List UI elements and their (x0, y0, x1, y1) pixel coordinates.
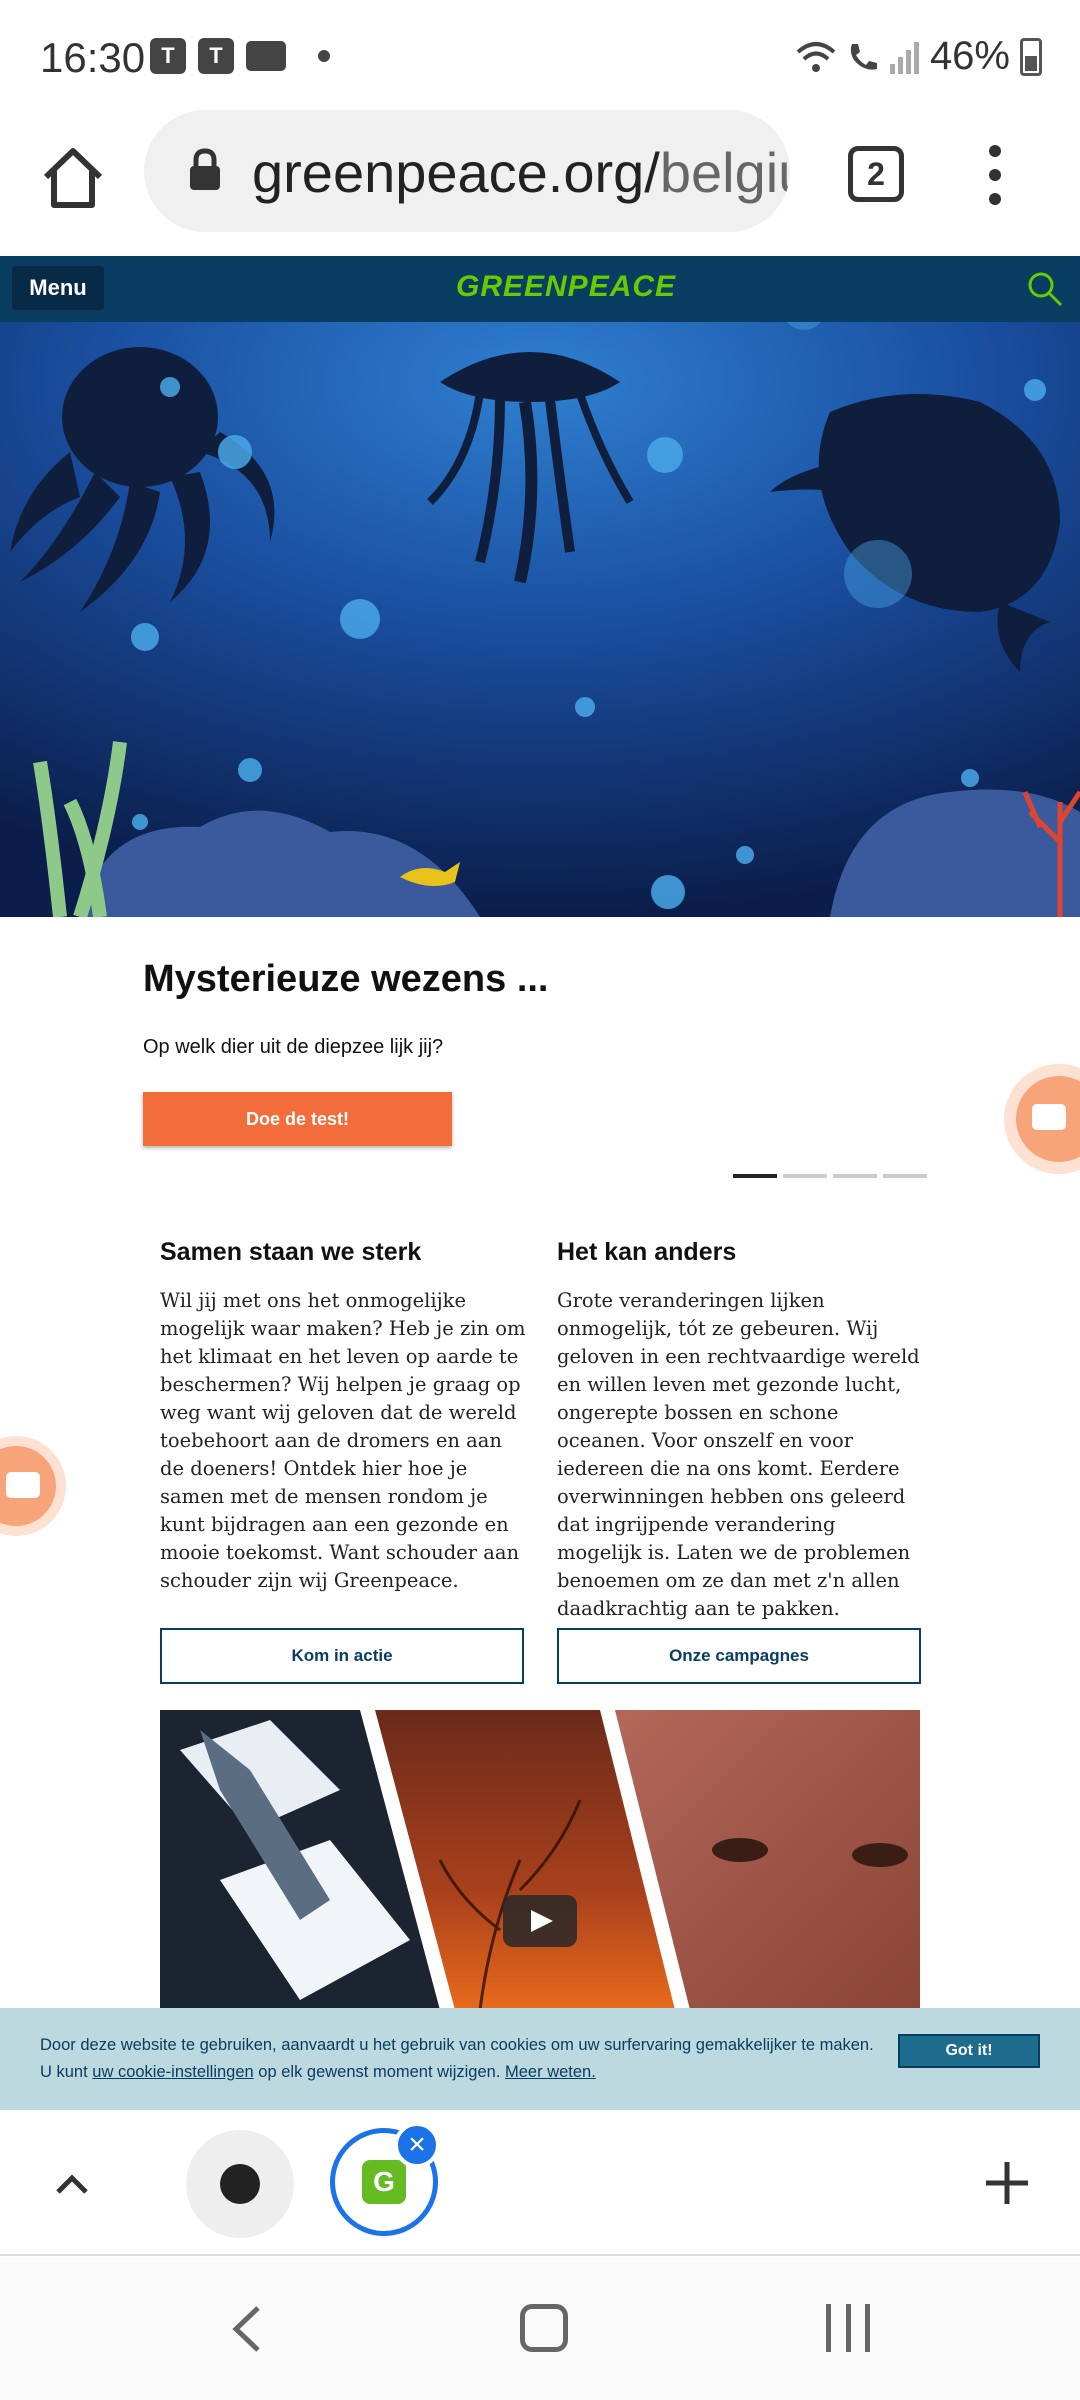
url-main: greenpeace.org/ (252, 141, 660, 204)
floating-video-icon[interactable] (1004, 1064, 1080, 1174)
column-body: Grote veranderingen lijken onmogelijk, t… (557, 1289, 920, 1620)
system-nav-bar (0, 2258, 1080, 2400)
column-heading: Het kan anders (557, 1238, 737, 1266)
notification-icons: T T (150, 38, 330, 74)
home-nav-icon[interactable] (520, 2304, 568, 2352)
carousel-dot[interactable] (733, 1174, 777, 1178)
carousel-dot[interactable] (833, 1174, 877, 1178)
hero-image (0, 322, 1080, 917)
battery-icon (1020, 37, 1042, 76)
video-thumbnail[interactable] (160, 1710, 920, 2010)
floating-camera-icon[interactable] (0, 1436, 66, 1536)
column-heading: Samen staan we sterk (160, 1238, 422, 1266)
close-tab-icon[interactable]: × (394, 2122, 440, 2168)
address-bar[interactable]: greenpeace.org/belgiu (144, 110, 790, 232)
carousel-dot[interactable] (783, 1174, 827, 1178)
take-action-button[interactable]: Kom in actie (160, 1628, 524, 1684)
menu-button[interactable]: Menu (12, 266, 104, 310)
site-header: Menu GREENPEACE (0, 256, 1080, 322)
tab-globe[interactable] (186, 2130, 294, 2238)
more-options-icon[interactable] (985, 145, 1005, 205)
teams-icon: T (198, 38, 234, 74)
wifi-calling-icon (850, 43, 877, 70)
carousel-indicators (733, 1174, 927, 1178)
column-samen: Samen staan we sterk Wil jij met ons het… (160, 1238, 526, 1595)
more-notifications-icon (318, 50, 330, 62)
url-faded: belgiu (659, 141, 790, 204)
globe-icon (220, 2164, 260, 2204)
cookie-banner: Door deze website te gebruiken, aanvaard… (0, 2008, 1080, 2110)
lock-icon (190, 148, 220, 190)
chevron-up-icon[interactable] (52, 2164, 92, 2204)
signal-icon (889, 41, 919, 74)
column-anders: Het kan anders Grote veranderingen lijke… (557, 1238, 923, 1623)
carousel-title: Mysterieuze wezens ... (143, 958, 549, 1000)
cookie-line2-prefix: U kunt (40, 2063, 93, 2081)
status-time: 16:30 (40, 34, 146, 81)
system-status: 46% (796, 34, 1042, 79)
campaigns-button[interactable]: Onze campagnes (557, 1628, 921, 1684)
take-test-button[interactable]: Doe de test! (143, 1092, 452, 1146)
greenpeace-logo[interactable]: GREENPEACE (456, 270, 676, 304)
url-text: greenpeace.org/belgiu (252, 140, 790, 205)
more-info-link[interactable]: Meer weten. (505, 2063, 596, 2081)
back-icon[interactable] (226, 2304, 266, 2354)
battery-percent: 46% (929, 34, 1010, 78)
recent-apps-icon[interactable] (826, 2304, 870, 2352)
tab-switcher-button[interactable]: 2 (848, 146, 904, 202)
cookie-accept-button[interactable]: Got it! (898, 2034, 1040, 2068)
search-icon[interactable] (1026, 270, 1064, 308)
home-icon[interactable] (40, 145, 106, 211)
carousel-subtitle: Op welk dier uit de diepzee lijk jij? (143, 1036, 444, 1058)
column-body: Wil jij met ons het onmogelijke mogelijk… (160, 1289, 526, 1592)
video-call-icon (246, 41, 286, 71)
wifi-icon (796, 41, 836, 72)
carousel-dot[interactable] (883, 1174, 927, 1178)
cookie-line1: Door deze website te gebruiken, aanvaard… (40, 2036, 874, 2054)
greenpeace-favicon: G (362, 2160, 406, 2204)
cookie-line2-middle: op elk gewenst moment wijzigen. (253, 2063, 506, 2081)
new-tab-icon[interactable] (984, 2160, 1030, 2206)
cookie-settings-link[interactable]: uw cookie-instellingen (92, 2063, 253, 2081)
teams-icon: T (150, 38, 186, 74)
play-icon[interactable] (503, 1895, 577, 1947)
cookie-text: Door deze website te gebruiken, aanvaard… (40, 2032, 874, 2086)
browser-toolbar: greenpeace.org/belgiu 2 (0, 110, 1080, 256)
status-bar: 16:30 T T 46% (0, 0, 1080, 110)
tab-strip: G × (0, 2110, 1080, 2256)
